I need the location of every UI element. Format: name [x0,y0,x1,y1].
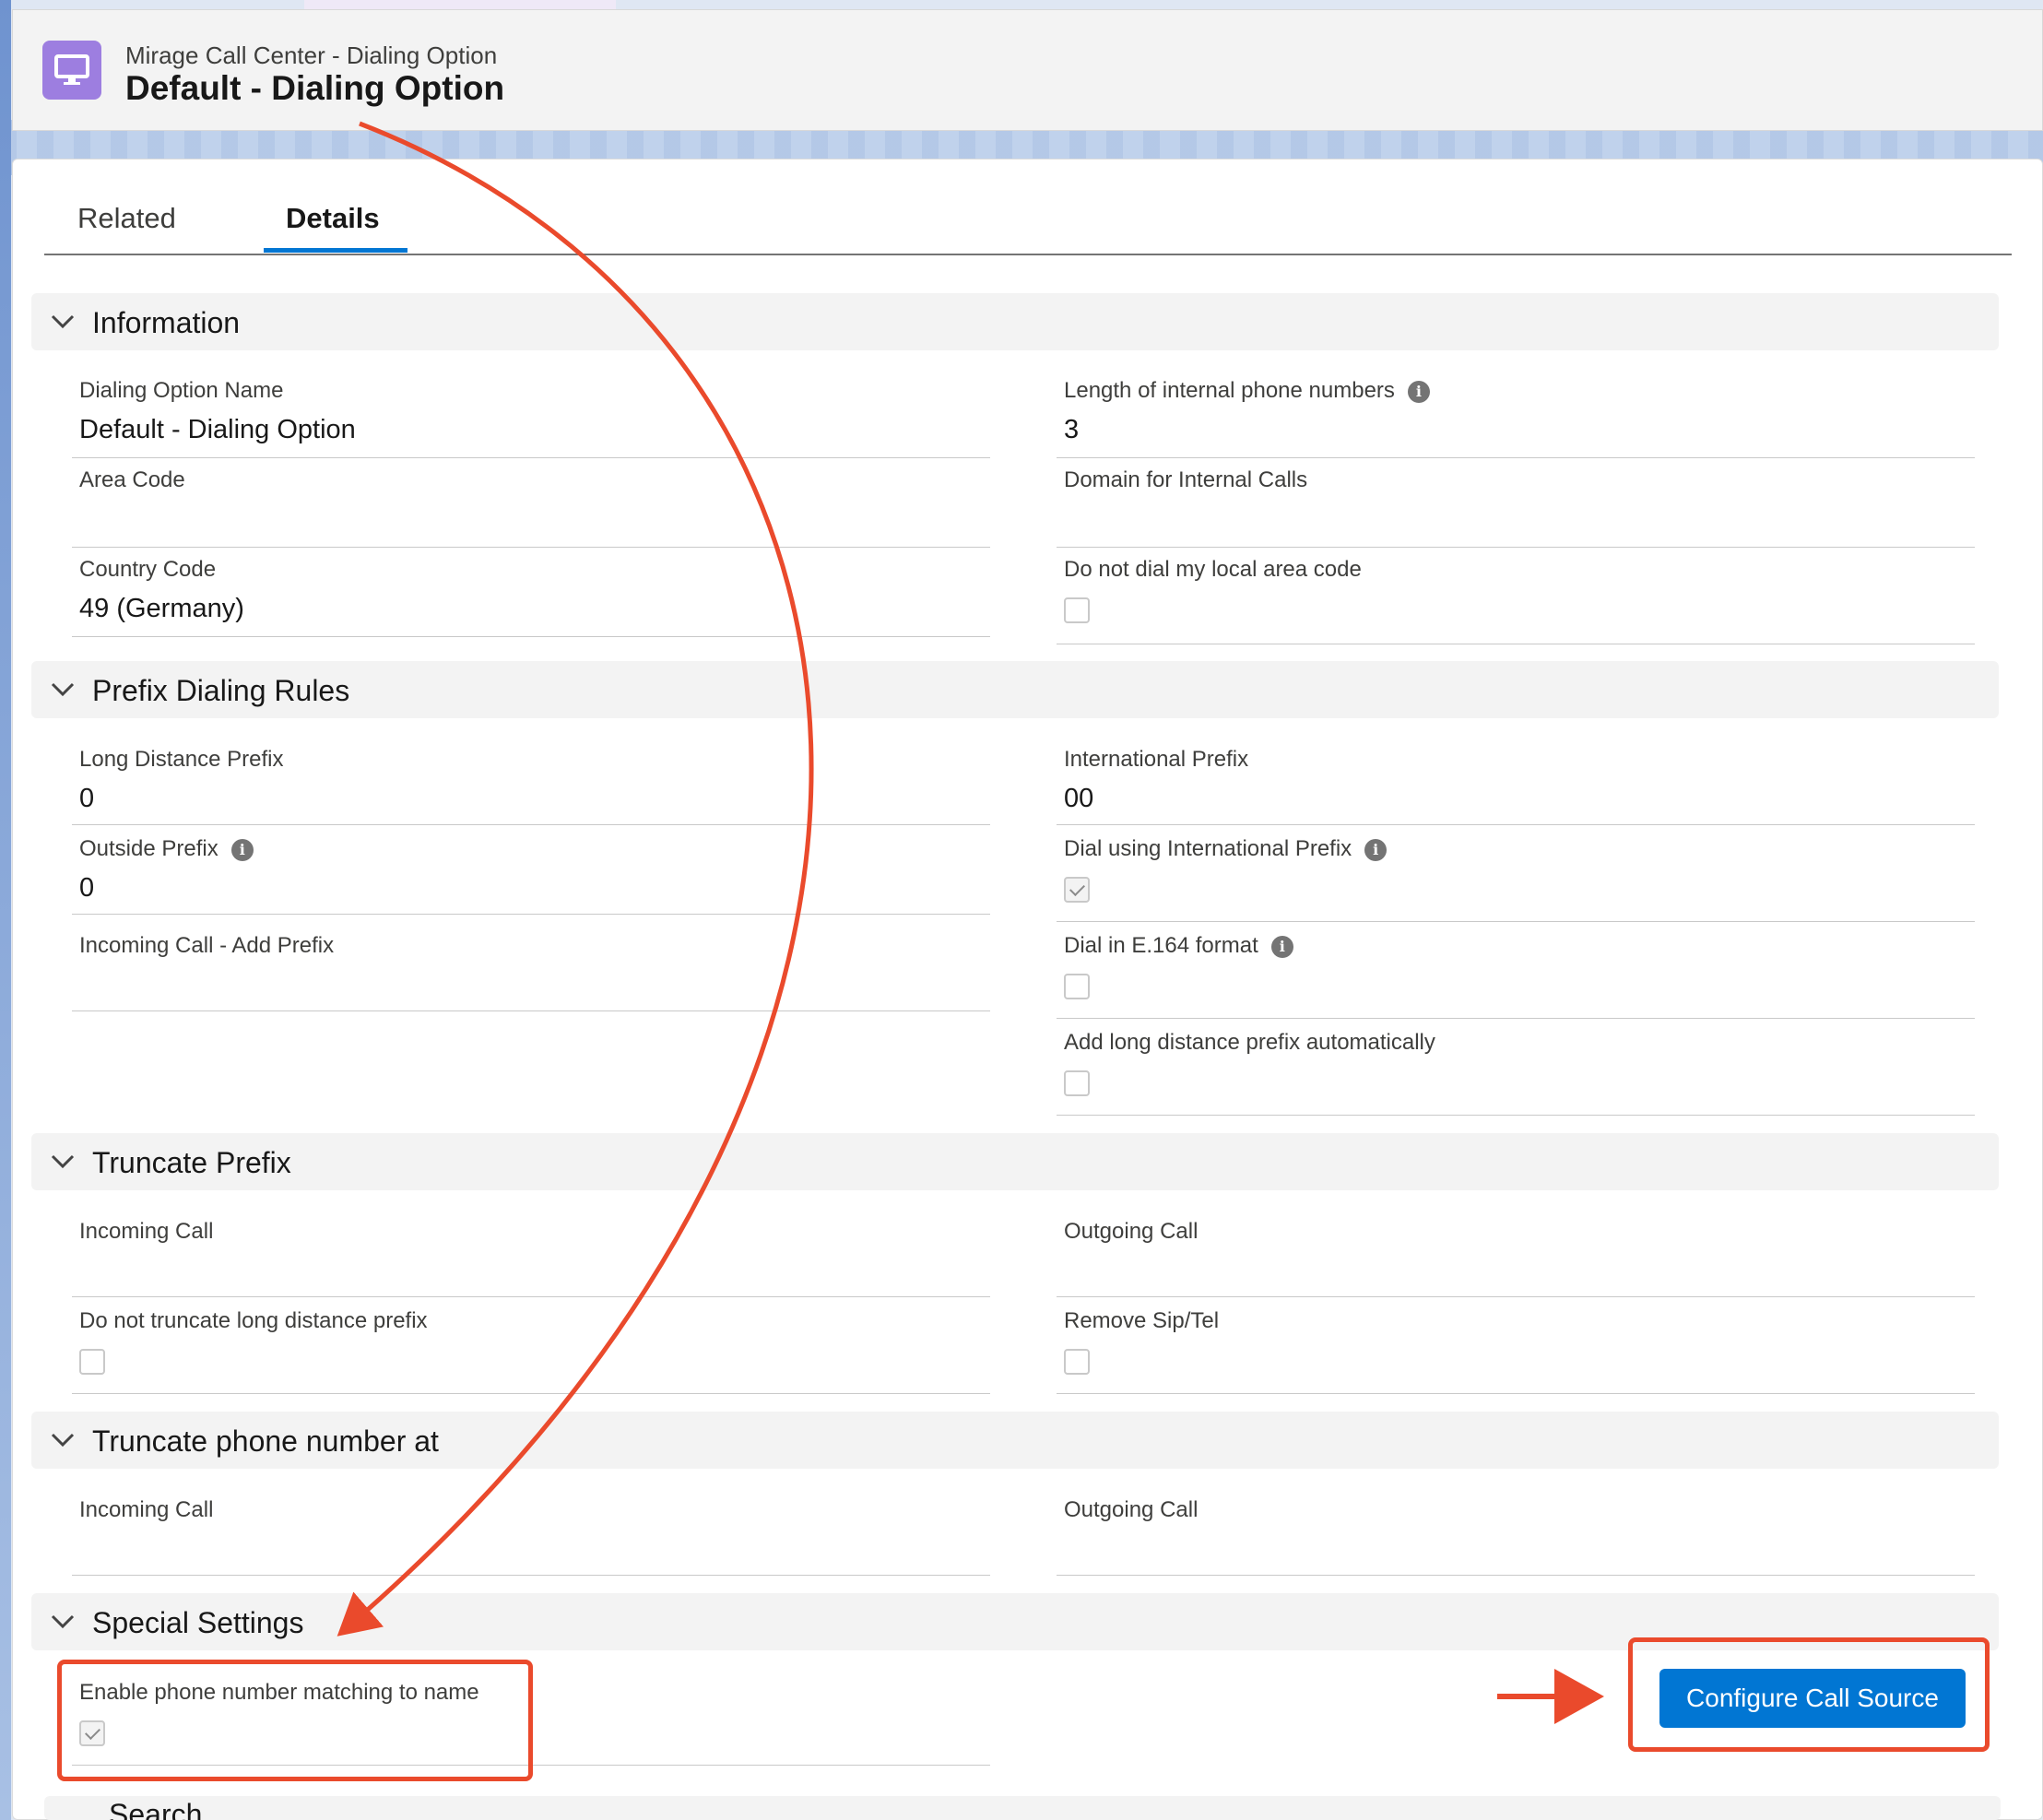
monitor-icon [42,41,101,100]
section-information[interactable]: Information [31,293,1999,350]
checkbox-checked[interactable] [1064,877,1090,903]
field-area-code: Area Code [72,458,990,548]
annotation-highlight-button [1628,1637,1990,1752]
field-outside-prefix: Outside Prefix i 0 [72,827,990,915]
section-prefix-dialing-rules[interactable]: Prefix Dialing Rules [31,661,1999,718]
tab-bar: Related Details [44,160,2012,255]
section-truncate-phone[interactable]: Truncate phone number at [31,1412,1999,1469]
chevron-down-icon [51,1614,75,1629]
field-value: 0 [79,784,95,813]
field-label: Incoming Call - Add Prefix [79,933,335,958]
chevron-down-icon [51,1154,75,1169]
field-label: Outgoing Call [1064,1497,1199,1522]
field-country-code: Country Code 49 (Germany) [72,548,990,637]
field-value: 49 (Germany) [79,594,244,623]
next-section-title: Search [109,1798,203,1820]
field-label: Outside Prefix i [79,836,254,862]
field-label: Length of internal phone numbers i [1064,378,1430,404]
breadcrumb: Mirage Call Center - Dialing Option [125,41,498,69]
section-title: Special Settings [92,1606,304,1639]
section-title: Information [92,306,241,339]
section-title: Prefix Dialing Rules [92,674,350,707]
field-label: Incoming Call [79,1219,214,1244]
top-highlight [304,0,616,9]
field-phone-incoming: Incoming Call [72,1488,990,1576]
field-label: Area Code [79,467,185,492]
info-icon[interactable]: i [1364,838,1388,861]
field-dial-e164: Dial in E.164 format i [1057,924,1975,1019]
checkbox[interactable] [1064,1070,1090,1096]
label-text: Dial in E.164 format [1064,933,1258,958]
checkbox[interactable] [1064,974,1090,999]
field-do-not-dial-local: Do not dial my local area code [1057,548,1975,644]
field-truncate-incoming: Incoming Call [72,1210,990,1297]
checkbox[interactable] [1064,597,1090,623]
field-label: Dial in E.164 format i [1064,933,1293,959]
field-incoming-add-prefix: Incoming Call - Add Prefix [72,924,990,1011]
field-value: 0 [79,873,95,903]
field-phone-outgoing: Outgoing Call [1057,1488,1975,1576]
chevron-down-icon [51,682,75,697]
info-icon[interactable]: i [230,838,254,861]
left-edge-decoration [0,0,11,1820]
page-title: Default - Dialing Option [125,69,505,107]
record-header: Mirage Call Center - Dialing Option Defa… [12,9,2043,131]
section-truncate-prefix[interactable]: Truncate Prefix [31,1133,1999,1190]
field-international-prefix: International Prefix 00 [1057,738,1975,825]
field-truncate-outgoing: Outgoing Call [1057,1210,1975,1297]
label-text: Length of internal phone numbers [1064,378,1395,403]
field-label: Do not truncate long distance prefix [79,1308,428,1333]
checkbox[interactable] [79,1349,105,1375]
active-tab-indicator [264,248,407,253]
field-add-long-distance-auto: Add long distance prefix automatically [1057,1021,1975,1116]
checkbox[interactable] [1064,1349,1090,1375]
chevron-down-icon [51,314,75,329]
field-long-distance-prefix: Long Distance Prefix 0 [72,738,990,825]
field-domain-internal: Domain for Internal Calls [1057,458,1975,548]
section-title: Truncate phone number at [92,1424,439,1458]
info-icon[interactable]: i [1407,380,1430,403]
field-label: International Prefix [1064,747,1249,772]
field-length-internal: Length of internal phone numbers i 3 [1057,369,1975,458]
field-label: Country Code [79,557,217,582]
chevron-down-icon [51,1433,75,1448]
field-remove-sip-tel: Remove Sip/Tel [1057,1299,1975,1394]
field-value: 3 [1064,415,1080,444]
field-dial-using-international: Dial using International Prefix i [1057,827,1975,922]
tab-related[interactable]: Related [77,202,176,235]
field-do-not-truncate: Do not truncate long distance prefix [72,1299,990,1394]
field-value: Default - Dialing Option [79,415,356,444]
label-text: Outside Prefix [79,836,218,861]
field-label: Dialing Option Name [79,378,284,403]
field-label: Dial using International Prefix i [1064,836,1388,862]
annotation-highlight-checkbox [57,1660,533,1781]
field-dialing-option-name: Dialing Option Name Default - Dialing Op… [72,369,990,458]
next-section-header [44,1796,2001,1820]
field-label: Do not dial my local area code [1064,557,1362,582]
field-label: Add long distance prefix automatically [1064,1030,1435,1055]
field-value: 00 [1064,784,1094,813]
field-label: Remove Sip/Tel [1064,1308,1220,1333]
field-label: Outgoing Call [1064,1219,1199,1244]
section-title: Truncate Prefix [92,1146,291,1179]
info-icon[interactable]: i [1270,935,1293,958]
field-label: Incoming Call [79,1497,214,1522]
field-label: Domain for Internal Calls [1064,467,1308,492]
tab-details[interactable]: Details [286,202,380,235]
label-text: Dial using International Prefix [1064,836,1352,861]
field-label: Long Distance Prefix [79,747,284,772]
